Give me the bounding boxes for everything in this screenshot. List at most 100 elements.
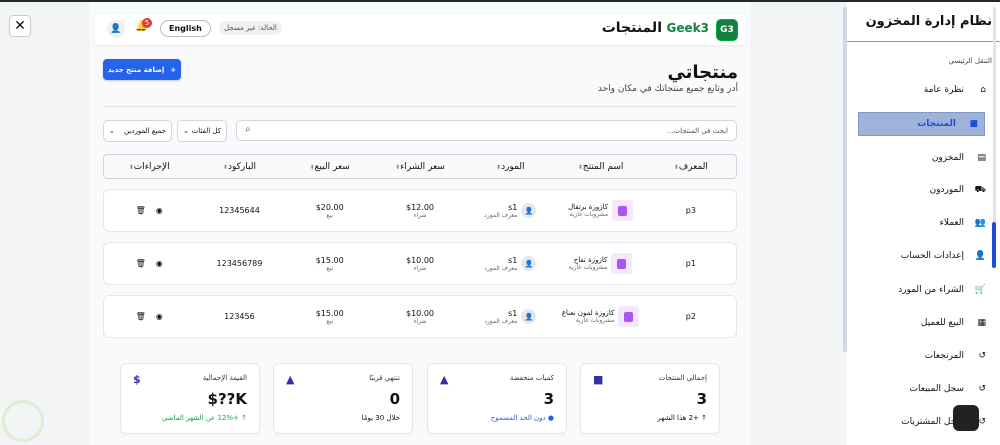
nav-icon: ■ [969,119,978,129]
search-placeholder: ابحث في المنتجات... [666,127,728,135]
stat-card-value: القيمة الإجمالية $ K??$ ↑ +12% عن الشهر الم… [120,363,260,434]
add-product-button[interactable]: + إضافة منتج جديد [103,59,181,80]
supplier-name: s1 [508,202,518,212]
view-icon[interactable]: ◉ [156,259,163,268]
nav-icon: ⌂ [980,85,986,95]
product-category: مشروبات غازية [568,264,608,271]
sidebar-item-label: البيع للعميل [920,318,964,328]
stat-title: تنتهي قريبًا [369,374,400,382]
sidebar-item[interactable]: ⛟ الموردون [862,178,992,202]
status-badge: الحالة: غير مسجل [219,21,282,35]
nav-icon: ↺ [978,384,986,394]
col-header[interactable]: سعر الشراء⬍ [375,162,465,172]
stat-note: ● دون الحد المسموح [490,414,554,422]
sell-label: بيع [326,264,334,272]
sidebar-item-label: الشراء من المورد [898,285,964,295]
stat-value: 3 [696,390,707,408]
col-header[interactable]: الباركود⬍ [194,162,284,172]
sidebar-item-label: المخزون [931,153,964,163]
warning-icon: ▲ [440,373,449,386]
trash-icon[interactable]: 🗑 [136,259,146,268]
buy-price: $10.00 [406,255,434,265]
sidebar-item[interactable]: 👤 إعدادات الحساب [862,244,992,268]
sidebar-scroll-track [993,7,996,242]
supplier-select[interactable]: جميع الموردين ⌄ [103,120,172,142]
sidebar-section-label: التنقل الرئيسي [948,57,992,65]
sell-price: $20.00 [315,202,344,212]
sidebar: نظام إدارة المخزون التنقل الرئيسي ⌂ نظرة … [847,2,1000,445]
table-row[interactable]: p1 كازوزة تفاح مشروبات غازية 👤 s1 معرف المو… [103,242,737,285]
stat-value: K??$ [207,390,247,408]
sidebar-title: نظام إدارة المخزون [865,14,992,29]
search-input[interactable]: ابحث في المنتجات... ⌕ [236,120,737,141]
language-button[interactable]: English [160,20,211,37]
close-button[interactable]: ✕ [9,15,31,37]
col-header[interactable]: المورد⬍ [465,162,555,172]
buy-label: شراء [413,211,427,219]
user-avatar[interactable]: 👤 [107,20,125,38]
stat-card-total: إجمالي المنتجات ■ 3 ↑ +2 هذا الشهر [580,363,720,434]
product-icon [612,200,634,221]
plus-icon: + [170,65,177,74]
table-row[interactable]: p2 كازوزة لمون نعناع مشروبات غازية 👤 s1 معر… [103,295,737,338]
product-id: p1 [685,259,696,268]
view-icon[interactable]: ◉ [156,312,163,321]
supplier-value: جميع الموردين [124,127,166,135]
product-name: كازوزة لمون نعناع [561,309,615,317]
barcode: 123456 [224,312,255,321]
stat-card-expiring: تنتهي قريبًا ▲ 0 خلال 30 يومًا [273,363,413,434]
sell-price: $15.00 [315,308,344,318]
col-header[interactable]: الإجراءات⬍ [104,162,194,172]
sidebar-item[interactable]: ▤ المخزون [862,146,992,170]
supplier-label: معرف المورد [484,317,518,325]
product-id: p3 [685,206,696,215]
sell-label: بيع [326,317,334,325]
brand-name: Geek3 [666,21,709,35]
view-icon[interactable]: ◉ [156,206,163,215]
divider [103,106,737,107]
supplier-label: معرف المورد [484,264,518,272]
sidebar-item[interactable]: ↺ سجل المبيعات [862,377,992,401]
product-name: كازوزة تفاح [573,256,608,264]
product-icon [611,253,633,274]
stat-note: خلال 30 يومًا [361,414,400,422]
barcode: 123456789 [216,259,263,268]
sidebar-item[interactable]: 👥 العملاء [862,211,992,235]
sidebar-item[interactable]: ↺ المرتجعات [862,344,992,368]
buy-price: $12.00 [406,202,434,212]
chevron-down-icon: ⌄ [109,127,115,135]
stat-value: 3 [543,390,554,408]
sidebar-scrollbar[interactable] [992,222,996,268]
floating-widget[interactable] [953,405,979,431]
page-title: منتجاتي [667,62,738,83]
trash-icon[interactable]: 🗑 [136,206,146,215]
sidebar-item-label: العملاء [939,218,964,228]
trash-icon[interactable]: 🗑 [136,312,146,321]
add-product-label: إضافة منتج جديد [107,65,165,74]
sidebar-item[interactable]: ■ المنتجات [858,112,985,136]
table-row[interactable]: p3 كازوزة برتقال مشروبات غازية 👤 s1 معرف ال… [103,189,737,232]
dollar-icon: $ [133,373,141,386]
category-select[interactable]: كل الفئات ⌄ [177,120,227,142]
sidebar-item-label: نظرة عامة [923,85,964,95]
sidebar-item[interactable]: ⌂ نظرة عامة [862,78,992,102]
watermark-logo [2,400,44,442]
col-header[interactable]: المعرف⬍ [646,162,736,172]
col-header[interactable]: سعر البيع⬍ [285,162,375,172]
nav-icon: ⛟ [974,184,986,195]
stat-title: كميات منخفضة [509,374,554,382]
nav-icon: 👥 [974,218,986,228]
app-logo: G3 [716,19,738,41]
nav-icon: ▦ [977,318,986,328]
sell-price: $15.00 [315,255,344,265]
col-header[interactable]: اسم المنتج⬍ [555,162,645,172]
sidebar-item[interactable]: 🛒 الشراء من المورد [862,278,992,302]
buy-price: $10.00 [406,308,434,318]
divider [847,41,1000,42]
sidebar-item-label: الموردون [929,185,964,195]
sidebar-item-label: المرتجعات [924,351,964,361]
product-id: p2 [685,312,696,321]
buy-label: شراء [413,264,427,272]
sidebar-item[interactable]: ▦ البيع للعميل [862,311,992,335]
stat-title: القيمة الإجمالية [202,374,247,382]
